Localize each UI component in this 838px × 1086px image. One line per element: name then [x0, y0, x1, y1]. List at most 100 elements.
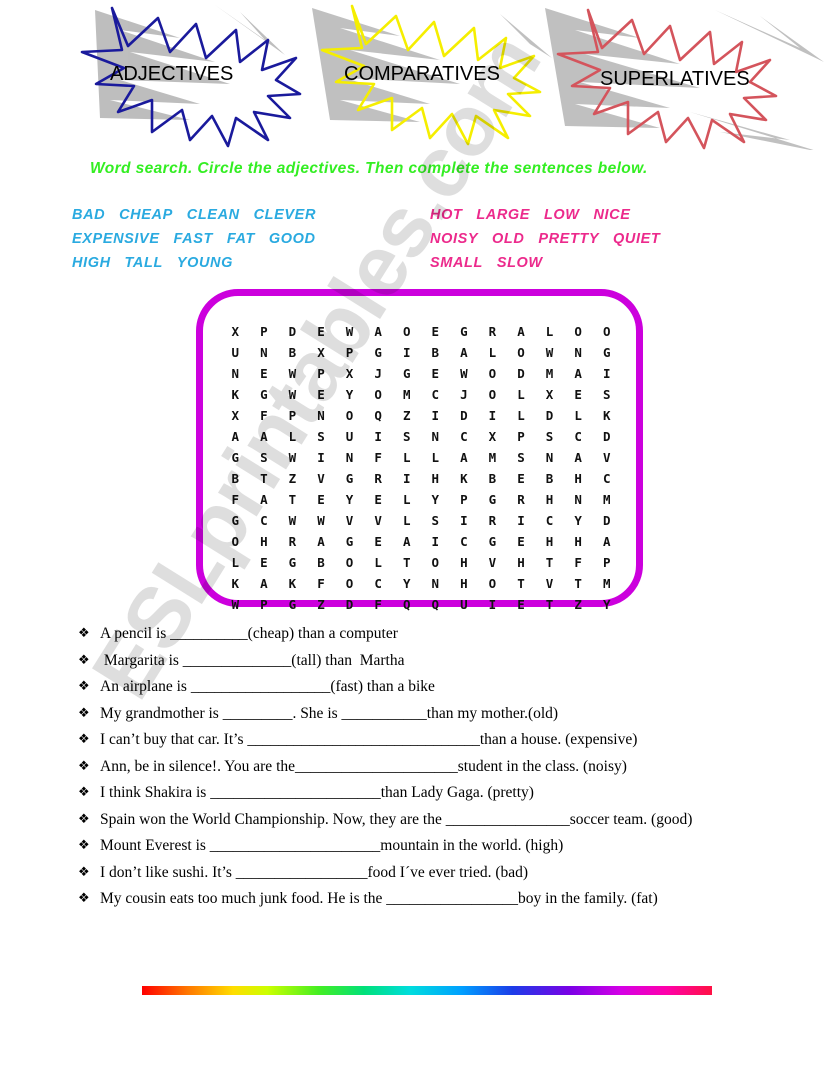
- word-search-cell[interactable]: G: [250, 385, 279, 404]
- word-search-cell[interactable]: D: [592, 511, 621, 530]
- word-search-cell[interactable]: S: [535, 427, 564, 446]
- word-search-cell[interactable]: E: [307, 490, 336, 509]
- word-search-cell[interactable]: E: [421, 322, 450, 341]
- word-search-cell[interactable]: O: [421, 553, 450, 572]
- word-search-cell[interactable]: K: [221, 574, 250, 593]
- word-search-cell[interactable]: X: [535, 385, 564, 404]
- word-search-cell[interactable]: O: [592, 322, 621, 341]
- word-search-cell[interactable]: V: [592, 448, 621, 467]
- word-search-cell[interactable]: J: [450, 385, 479, 404]
- word-search-cell[interactable]: G: [278, 553, 307, 572]
- word-search-cell[interactable]: I: [307, 448, 336, 467]
- word-search-cell[interactable]: C: [364, 574, 393, 593]
- word-search-cell[interactable]: C: [250, 511, 279, 530]
- word-search-cell[interactable]: L: [507, 385, 536, 404]
- word-search-cell[interactable]: T: [250, 469, 279, 488]
- exercise-text[interactable]: A pencil is __________(cheap) than a com…: [100, 624, 818, 644]
- exercise-text[interactable]: My cousin eats too much junk food. He is…: [100, 889, 818, 909]
- word-search-cell[interactable]: U: [221, 343, 250, 362]
- word-search-cell[interactable]: T: [535, 595, 564, 614]
- word-search-cell[interactable]: D: [335, 595, 364, 614]
- word-search-cell[interactable]: S: [307, 427, 336, 446]
- word-search-cell[interactable]: W: [335, 322, 364, 341]
- word-search-cell[interactable]: A: [507, 322, 536, 341]
- word-search-cell[interactable]: O: [392, 322, 421, 341]
- word-list-item[interactable]: YOUNG: [177, 251, 233, 275]
- word-search-cell[interactable]: A: [392, 532, 421, 551]
- word-search-cell[interactable]: R: [507, 490, 536, 509]
- word-search-cell[interactable]: Y: [564, 511, 593, 530]
- word-search-cell[interactable]: K: [278, 574, 307, 593]
- word-search-cell[interactable]: H: [564, 469, 593, 488]
- word-list-item[interactable]: GOOD: [269, 227, 316, 251]
- word-search-cell[interactable]: Y: [592, 595, 621, 614]
- word-search-cell[interactable]: A: [450, 448, 479, 467]
- word-list-item[interactable]: SLOW: [497, 251, 543, 275]
- word-search-cell[interactable]: N: [564, 490, 593, 509]
- word-search-cell[interactable]: H: [450, 574, 479, 593]
- word-search-cell[interactable]: Y: [335, 385, 364, 404]
- word-search-cell[interactable]: E: [250, 364, 279, 383]
- word-search-cell[interactable]: L: [535, 322, 564, 341]
- word-search-cell[interactable]: A: [250, 574, 279, 593]
- word-search-cell[interactable]: L: [507, 406, 536, 425]
- word-search-cell[interactable]: R: [478, 511, 507, 530]
- word-search-cell[interactable]: Z: [564, 595, 593, 614]
- word-search-cell[interactable]: Y: [335, 490, 364, 509]
- word-search-cell[interactable]: L: [564, 406, 593, 425]
- word-search-cell[interactable]: I: [421, 406, 450, 425]
- exercise-text[interactable]: An airplane is __________________(fast) …: [100, 677, 818, 697]
- word-search-cell[interactable]: O: [221, 532, 250, 551]
- word-list-item[interactable]: FAST: [174, 227, 213, 251]
- word-search-cell[interactable]: N: [535, 448, 564, 467]
- word-search-cell[interactable]: V: [364, 511, 393, 530]
- word-search-cell[interactable]: E: [564, 385, 593, 404]
- word-search-cell[interactable]: S: [507, 448, 536, 467]
- word-list-item[interactable]: LOW: [544, 203, 580, 227]
- word-search-cell[interactable]: R: [364, 469, 393, 488]
- word-search-cell[interactable]: B: [535, 469, 564, 488]
- word-search-cell[interactable]: B: [221, 469, 250, 488]
- word-search-cell[interactable]: G: [335, 469, 364, 488]
- word-search-cell[interactable]: I: [478, 406, 507, 425]
- word-search-cell[interactable]: L: [221, 553, 250, 572]
- word-search-cell[interactable]: T: [507, 574, 536, 593]
- word-search-cell[interactable]: P: [592, 553, 621, 572]
- word-search-cell[interactable]: O: [478, 364, 507, 383]
- word-search-cell[interactable]: A: [307, 532, 336, 551]
- word-search-cell[interactable]: M: [592, 574, 621, 593]
- exercise-text[interactable]: I think Shakira is _____________________…: [100, 783, 818, 803]
- word-search-cell[interactable]: X: [307, 343, 336, 362]
- word-search-cell[interactable]: D: [592, 427, 621, 446]
- word-search-cell[interactable]: C: [535, 511, 564, 530]
- word-search-cell[interactable]: A: [592, 532, 621, 551]
- word-search-cell[interactable]: O: [335, 406, 364, 425]
- word-search-cell[interactable]: H: [564, 532, 593, 551]
- word-search-cell[interactable]: Z: [307, 595, 336, 614]
- word-search-cell[interactable]: E: [364, 532, 393, 551]
- word-list-item[interactable]: CLEAN: [187, 203, 240, 227]
- word-search-cell[interactable]: C: [450, 532, 479, 551]
- word-search-cell[interactable]: B: [478, 469, 507, 488]
- word-search-cell[interactable]: L: [421, 448, 450, 467]
- word-search-cell[interactable]: P: [507, 427, 536, 446]
- word-search-cell[interactable]: Z: [392, 406, 421, 425]
- word-search-cell[interactable]: I: [478, 595, 507, 614]
- word-search-cell[interactable]: W: [278, 364, 307, 383]
- word-list-item[interactable]: CLEVER: [254, 203, 316, 227]
- word-search-cell[interactable]: G: [478, 532, 507, 551]
- word-search-cell[interactable]: H: [535, 532, 564, 551]
- word-search-cell[interactable]: L: [478, 343, 507, 362]
- word-search-cell[interactable]: L: [364, 553, 393, 572]
- word-search-cell[interactable]: H: [450, 553, 479, 572]
- word-search-cell[interactable]: P: [307, 364, 336, 383]
- exercise-text[interactable]: Margarita is ______________(tall) than M…: [100, 651, 818, 671]
- word-list-item[interactable]: BAD: [72, 203, 105, 227]
- word-search-cell[interactable]: G: [221, 448, 250, 467]
- word-search-cell[interactable]: B: [278, 343, 307, 362]
- word-search-cell[interactable]: G: [592, 343, 621, 362]
- word-search-cell[interactable]: P: [278, 406, 307, 425]
- word-search-cell[interactable]: V: [307, 469, 336, 488]
- word-search-cell[interactable]: T: [392, 553, 421, 572]
- word-search-cell[interactable]: H: [250, 532, 279, 551]
